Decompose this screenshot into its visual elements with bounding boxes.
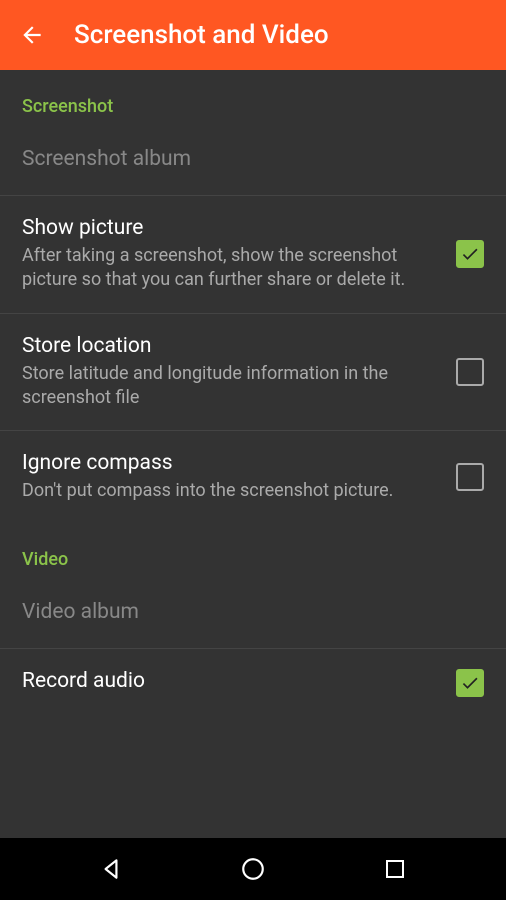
setting-desc: Don't put compass into the screenshot pi… xyxy=(22,479,436,503)
checkmark-icon xyxy=(460,244,480,264)
checkbox-record-audio[interactable] xyxy=(456,669,484,697)
checkmark-icon xyxy=(460,673,480,693)
triangle-back-icon xyxy=(98,856,124,882)
setting-title: Screenshot album xyxy=(22,147,464,171)
navigation-bar xyxy=(0,838,506,900)
checkbox-ignore-compass[interactable] xyxy=(456,463,484,491)
setting-store-location[interactable]: Store location Store latitude and longit… xyxy=(0,314,506,432)
setting-title: Store location xyxy=(22,334,436,358)
checkbox-show-picture[interactable] xyxy=(456,240,484,268)
page-title: Screenshot and Video xyxy=(74,20,329,50)
setting-show-picture[interactable]: Show picture After taking a screenshot, … xyxy=(0,196,506,314)
circle-home-icon xyxy=(240,856,266,882)
setting-ignore-compass[interactable]: Ignore compass Don't put compass into th… xyxy=(0,431,506,523)
back-button[interactable] xyxy=(18,21,46,49)
app-header: Screenshot and Video xyxy=(0,0,506,70)
setting-screenshot-album[interactable]: Screenshot album xyxy=(0,127,506,196)
square-recent-icon xyxy=(383,857,407,881)
setting-desc: After taking a screenshot, show the scre… xyxy=(22,244,436,293)
nav-back-button[interactable] xyxy=(96,854,126,884)
nav-recent-button[interactable] xyxy=(380,854,410,884)
setting-record-audio[interactable]: Record audio xyxy=(0,649,506,717)
section-header-video: Video xyxy=(0,523,506,580)
nav-home-button[interactable] xyxy=(238,854,268,884)
setting-title: Show picture xyxy=(22,216,436,240)
checkbox-store-location[interactable] xyxy=(456,358,484,386)
setting-title: Record audio xyxy=(22,669,436,693)
setting-title: Video album xyxy=(22,600,464,624)
arrow-back-icon xyxy=(19,22,45,48)
section-header-screenshot: Screenshot xyxy=(0,70,506,127)
setting-desc: Store latitude and longitude information… xyxy=(22,362,436,411)
setting-title: Ignore compass xyxy=(22,451,436,475)
settings-content: Screenshot Screenshot album Show picture… xyxy=(0,70,506,717)
setting-video-album[interactable]: Video album xyxy=(0,580,506,649)
